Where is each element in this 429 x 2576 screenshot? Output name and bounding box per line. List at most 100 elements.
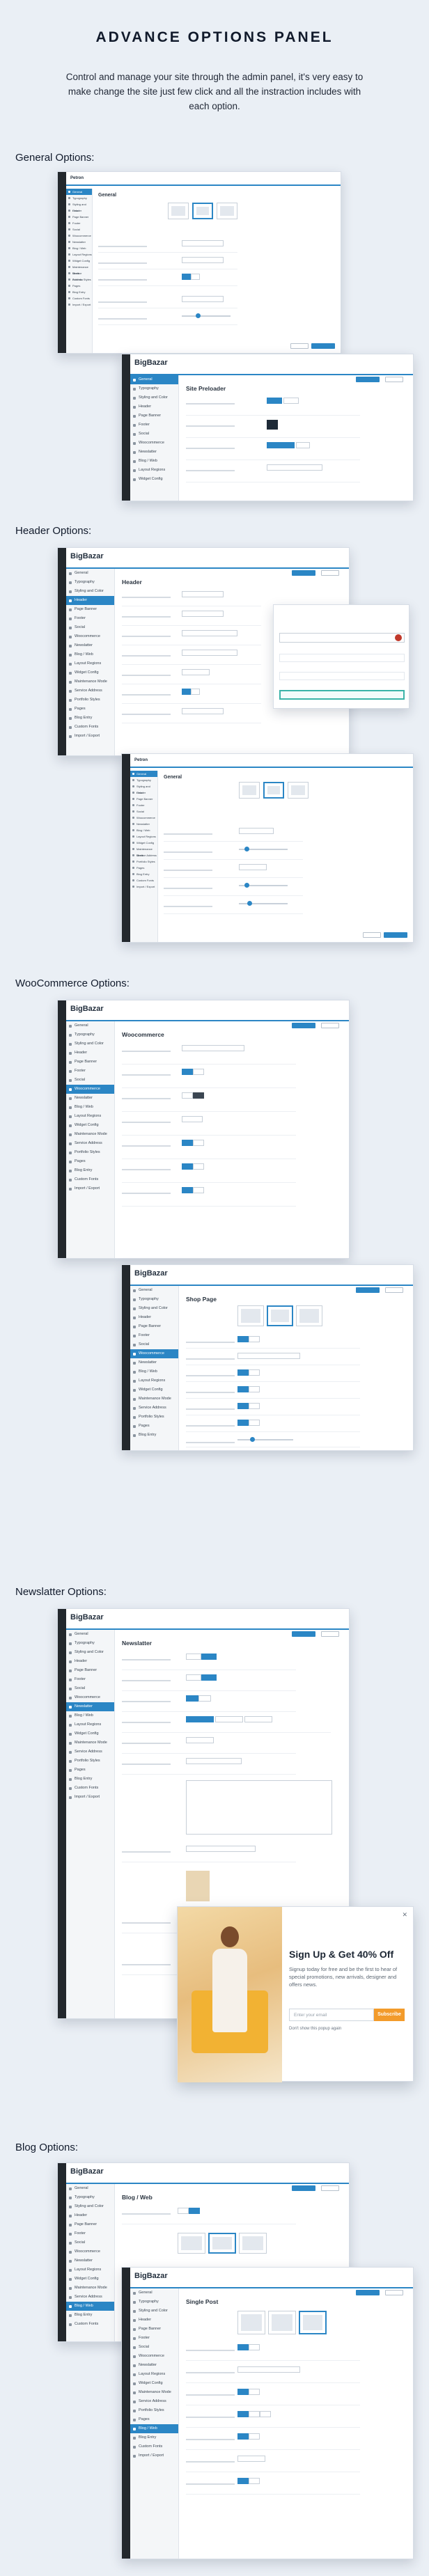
toggle-on[interactable] — [182, 689, 191, 695]
toggle-off[interactable] — [249, 2478, 260, 2484]
sidebar-item-general[interactable]: General — [66, 569, 114, 578]
save-button[interactable] — [356, 377, 380, 382]
sidebar-item-fonts[interactable]: Custom Fonts — [66, 1175, 114, 1184]
toggle-off[interactable] — [193, 1187, 204, 1193]
sidebar-item-widget[interactable]: Widget Config — [130, 2379, 178, 2388]
toggle-off[interactable] — [215, 1716, 243, 1722]
toggle-off[interactable] — [193, 1140, 204, 1146]
sidebar-item-maintenance[interactable]: Maintenance Mode — [130, 846, 157, 857]
slider-track[interactable] — [237, 1439, 293, 1440]
sidebar-item-page-banner[interactable]: Page Banner — [130, 2325, 178, 2334]
toggle-on[interactable] — [237, 2478, 249, 2484]
sidebar-item-widget[interactable]: Widget Config — [130, 1385, 178, 1395]
sidebar-item-typography[interactable]: Typography — [66, 195, 92, 201]
save-button[interactable] — [292, 1631, 315, 1637]
sidebar-item-pages[interactable]: Pages — [66, 1157, 114, 1166]
text-field[interactable] — [186, 1758, 242, 1764]
sidebar-item-pages[interactable]: Pages — [66, 1766, 114, 1775]
toggle-off[interactable] — [249, 2344, 260, 2350]
sidebar-item-footer[interactable]: Footer — [130, 421, 178, 430]
sidebar-item-styling[interactable]: Styling and Color — [66, 2202, 114, 2211]
sidebar-item-maintenance[interactable]: Maintenance Mode — [130, 2388, 178, 2397]
slider-knob[interactable] — [247, 901, 252, 906]
sidebar-item-page-banner[interactable]: Page Banner — [130, 1322, 178, 1331]
toggle-off[interactable] — [249, 2389, 260, 2395]
sidebar-item-newslatter[interactable]: Newslatter — [130, 448, 178, 457]
toggle-on[interactable] — [193, 1092, 204, 1099]
layout-option-2[interactable] — [263, 782, 284, 799]
dont-show-checkbox[interactable]: Don't show this popup again — [289, 2027, 341, 2031]
sidebar-item-layout[interactable]: Layout Regions — [66, 1112, 114, 1121]
sidebar-item-typography[interactable]: Typography — [66, 578, 114, 587]
sidebar-item-styling[interactable]: Styling and Color — [66, 587, 114, 596]
sidebar-item-layout[interactable]: Layout Regions — [130, 833, 157, 840]
toggle-on[interactable] — [237, 1386, 249, 1392]
sidebar-item-styling[interactable]: Styling and Color — [66, 1648, 114, 1657]
sidebar-item-blog-entry[interactable]: Blog Entry — [130, 1431, 178, 1440]
sidebar-item-social[interactable]: Social — [66, 1684, 114, 1693]
sidebar-item-styling[interactable]: Styling and Color — [130, 1304, 178, 1313]
sidebar-item-woocommerce[interactable]: Woocommerce — [66, 632, 114, 641]
sidebar-item-widget[interactable]: Widget Config — [66, 2275, 114, 2284]
layout-option-3[interactable] — [299, 2311, 327, 2334]
sidebar-item-layout[interactable]: Layout Regions — [66, 1720, 114, 1729]
sidebar-item-service[interactable]: Service Address — [66, 686, 114, 696]
sidebar-item-portfolio[interactable]: Portfolio Styles — [130, 1413, 178, 1422]
sidebar-item-header[interactable]: Header — [130, 402, 178, 411]
sidebar-item-woocommerce[interactable]: Woocommerce — [130, 1349, 178, 1358]
reset-button[interactable] — [321, 570, 339, 576]
reset-button[interactable] — [321, 1023, 339, 1028]
toggle-off[interactable] — [182, 1092, 193, 1099]
sidebar-item-service[interactable]: Service Address — [66, 1748, 114, 1757]
sidebar-item-social[interactable]: Social — [130, 2343, 178, 2352]
sidebar-item-social[interactable]: Social — [66, 226, 92, 233]
toggle-off[interactable] — [186, 1654, 201, 1660]
sidebar-item-import[interactable]: Import / Export — [130, 883, 157, 890]
sidebar-item-newslatter[interactable]: Newslatter — [130, 1358, 178, 1367]
sidebar-item-typography[interactable]: Typography — [66, 2193, 114, 2202]
sidebar-item-typography[interactable]: Typography — [130, 1295, 178, 1304]
toggle-off[interactable] — [244, 1716, 272, 1722]
sidebar-item-widget[interactable]: Widget Config — [66, 668, 114, 677]
sidebar-item-fonts[interactable]: Custom Fonts — [66, 2320, 114, 2329]
sidebar-item-blog[interactable]: Blog / Web — [66, 650, 114, 659]
sidebar-item-blog-entry[interactable]: Blog Entry — [66, 289, 92, 295]
reset-button[interactable] — [385, 377, 403, 382]
text-field[interactable] — [186, 1737, 214, 1743]
sidebar-item-fonts[interactable]: Custom Fonts — [130, 877, 157, 883]
icon-option[interactable] — [279, 654, 405, 662]
sidebar-item-widget[interactable]: Widget Config — [130, 840, 157, 846]
sidebar-item-blog[interactable]: Blog / Web — [66, 1103, 114, 1112]
sidebar-item-general[interactable]: General — [130, 1286, 178, 1295]
sidebar-item-blog[interactable]: Blog / Web — [66, 2302, 114, 2311]
sidebar-item-styling[interactable]: Styling and Color — [130, 393, 178, 402]
sidebar-item-blog[interactable]: Blog / Web — [130, 1367, 178, 1376]
sidebar-item-layout[interactable]: Layout Regions — [66, 2265, 114, 2275]
select-field[interactable] — [237, 1353, 300, 1359]
sidebar-item-woocommerce[interactable]: Woocommerce — [130, 2352, 178, 2361]
toggle-on[interactable] — [237, 1420, 249, 1426]
sidebar-item-import[interactable]: Import / Export — [66, 301, 92, 308]
select-field[interactable] — [239, 864, 267, 870]
sidebar-item-portfolio[interactable]: Portfolio Styles — [66, 276, 92, 283]
sidebar-item-typography[interactable]: Typography — [130, 384, 178, 393]
sidebar-item-fonts[interactable]: Custom Fonts — [66, 723, 114, 732]
toggle-off[interactable] — [249, 2433, 260, 2440]
toggle-off[interactable] — [249, 1420, 260, 1426]
sidebar-item-layout[interactable]: Layout Regions — [130, 2370, 178, 2379]
sidebar-item-maintenance[interactable]: Maintenance Mode — [66, 1130, 114, 1139]
sidebar-item-blog-entry[interactable]: Blog Entry — [66, 1166, 114, 1175]
toggle-off[interactable] — [191, 274, 200, 280]
sidebar-item-page-banner[interactable]: Page Banner — [66, 214, 92, 220]
layout-option-3[interactable] — [217, 203, 237, 219]
sidebar-item-widget[interactable]: Widget Config — [66, 258, 92, 264]
text-field[interactable] — [186, 1846, 256, 1852]
sidebar-item-service[interactable]: Service Address — [66, 270, 92, 281]
sidebar-item-header[interactable]: Header — [130, 790, 157, 796]
sidebar-item-layout[interactable]: Layout Regions — [66, 659, 114, 668]
sidebar-item-layout[interactable]: Layout Regions — [130, 1376, 178, 1385]
toggle-on[interactable] — [186, 1716, 214, 1722]
sidebar-item-blog[interactable]: Blog / Web — [130, 457, 178, 466]
sidebar-item-typography[interactable]: Typography — [130, 2298, 178, 2307]
text-field[interactable] — [182, 611, 224, 617]
